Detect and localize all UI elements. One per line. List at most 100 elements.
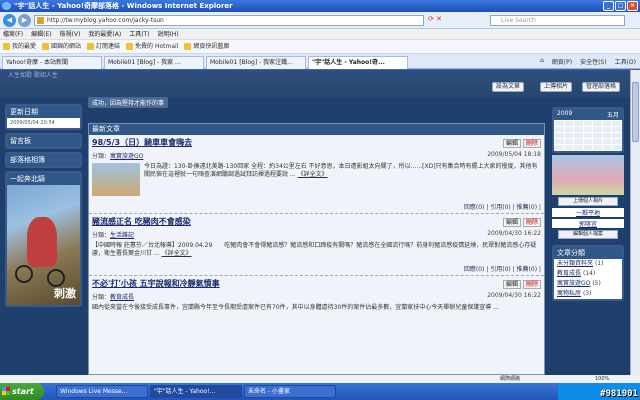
edit-button[interactable]: 編輯 xyxy=(502,218,521,227)
read-more-link[interactable]: 《詳全文》 xyxy=(298,171,328,178)
favorites-button[interactable]: 我的最愛 xyxy=(3,40,36,53)
post-date: 2009/04/30 16:22 xyxy=(487,230,541,237)
page-menu[interactable]: 網頁(P) xyxy=(552,57,572,66)
post-excerpt: 今日為證：130-卧撫遠北美路-130回家 全程：約34公里左右 不好意思，本日… xyxy=(144,163,538,178)
category-item[interactable]: 未分類資料夾 (1) xyxy=(554,259,622,269)
profile-link[interactable]: 一鄰平地 xyxy=(552,208,624,217)
calendar: 2009 五月 xyxy=(552,107,624,153)
page-viewport: 人生如歌 歌如人生 設為文章 上傳相片 管理部落格 成功，因為堅持才能作的事 更… xyxy=(0,70,630,375)
favorite-link[interactable]: 國錦的網站 xyxy=(42,40,81,53)
post-title-link[interactable]: 不必'打'小孩 五宇說報和冷靜氣憤事 xyxy=(92,278,220,289)
page-icon xyxy=(87,43,95,50)
task-ie-blog[interactable]: "宇"話人生 - Yahoo!... xyxy=(150,385,242,398)
tab-blog[interactable]: "宇"話人生 - Yahoo!奇... xyxy=(308,56,408,69)
favorites-bar: 我的最愛 國錦的網站 訂閱連結 免費的 Hotmail 網頁快訊藝廊 xyxy=(0,40,640,54)
post-date: 2009/04/30 16:22 xyxy=(487,292,541,299)
category-title: 文章分類 xyxy=(554,247,622,259)
post-item: 不必'打'小孩 五宇說報和冷靜氣憤事 編輯 刪除 分類：教育成長 2009/04/… xyxy=(92,278,541,311)
favorite-link[interactable]: 免費的 Hotmail xyxy=(126,40,178,53)
refresh-stop-icons[interactable]: ⟳ ✕ xyxy=(428,15,442,23)
album-link[interactable]: 部落格相簿 xyxy=(5,152,82,168)
section-title: 最新文章 xyxy=(89,124,544,135)
bike-photo: 刺激 xyxy=(7,185,80,305)
search-placeholder: Live Search xyxy=(501,17,536,24)
tab-yahoo-news[interactable]: Yahoo!奇摩 - 本站新聞 xyxy=(2,56,102,69)
favorite-link[interactable]: 訂閱連結 xyxy=(87,40,120,53)
left-sidebar: 更新日期 2009/05/04 20:54 留言板 部落格相簿 一起奔北騎 刺激 xyxy=(5,104,82,310)
upload-profile-photo-button[interactable]: 上傳個人相片 xyxy=(558,197,618,206)
category-box: 文章分類 未分類資料夾 (1) 教育成長 (14) 寓實旅遊GO (5) 寓物私… xyxy=(552,245,624,301)
category-item[interactable]: 寓物私房 (3) xyxy=(554,289,622,299)
menu-file[interactable]: 檔案(F) xyxy=(3,29,23,39)
profile-name[interactable]: 郭喀宜 xyxy=(552,219,624,228)
post-date: 2009/05/04 18:18 xyxy=(487,151,541,158)
task-messenger[interactable]: Windows Live Messe... xyxy=(56,385,148,398)
menu-tools[interactable]: 工具(T) xyxy=(129,29,149,39)
category-item[interactable]: 教育成長 (14) xyxy=(554,269,622,279)
task-paint[interactable]: 未命名 - 小畫家 xyxy=(244,385,336,398)
post-thumbnail[interactable] xyxy=(92,163,140,196)
forward-button[interactable]: ▶ xyxy=(18,14,31,27)
favorite-link[interactable]: 網頁快訊藝廊 xyxy=(184,40,229,53)
menu-view[interactable]: 檢視(V) xyxy=(60,29,81,39)
cal-year[interactable]: 2009 xyxy=(557,110,572,119)
post-footer-links[interactable]: 回應(0) | 引用(0) | 推薦(0) | xyxy=(92,202,541,211)
status-bar: 網際網路 100% xyxy=(0,375,640,383)
post-category-link[interactable]: 寓實旅遊GO xyxy=(110,153,143,160)
close-button[interactable]: × xyxy=(627,1,638,11)
profile-photo[interactable] xyxy=(552,155,624,195)
zoom-level[interactable]: 100% xyxy=(595,375,609,383)
start-button[interactable]: start xyxy=(0,383,44,400)
window-title: "宇"話人生 - Yahoo!奇摩部落格 - Windows Internet … xyxy=(14,2,233,10)
address-url: http://tw.myblog.yahoo.com/jacky-tsun xyxy=(47,17,164,24)
post-excerpt: 國內從來當在今後接受成長事件，宜蘭縣今年至今長期受虐案件已有70件，其中以身體虐… xyxy=(92,304,499,311)
tab-bar: Yahoo!奇摩 - 本站新聞 Mobile01 [Blog] - 我家 ...… xyxy=(0,54,640,69)
tools-menu[interactable]: 工具(O) xyxy=(615,57,636,66)
category-item[interactable]: 寓實旅遊GO (5) xyxy=(554,279,622,289)
maximize-button[interactable]: □ xyxy=(615,1,626,11)
back-button[interactable]: ◀ xyxy=(3,14,16,27)
calendar-grid xyxy=(554,120,622,151)
blog-header: 人生如歌 歌如人生 設為文章 上傳相片 管理部落格 xyxy=(0,70,630,98)
menu-favorites[interactable]: 我的最愛(A) xyxy=(88,29,121,39)
right-sidebar: 2009 五月 上傳個人相片 一鄰平地 郭喀宜 編輯個人檔案 文章分類 未分類資… xyxy=(552,107,624,301)
guestbook-link[interactable]: 留言板 xyxy=(5,133,82,149)
post-category-link[interactable]: 教育成長 xyxy=(110,294,134,301)
set-article-button[interactable]: 設為文章 xyxy=(492,82,525,92)
edit-button[interactable]: 編輯 xyxy=(502,139,521,148)
scrollbar-thumb[interactable] xyxy=(632,82,639,142)
edit-profile-button[interactable]: 編輯個人檔案 xyxy=(558,230,618,239)
delete-button[interactable]: 刪除 xyxy=(522,139,541,148)
page-icon xyxy=(42,43,50,50)
manage-blog-button[interactable]: 管理部落格 xyxy=(582,82,621,92)
safety-menu[interactable]: 安全性(S) xyxy=(580,57,607,66)
blog-status-message: 成功，因為堅持才能作的事 xyxy=(88,97,169,108)
home-icon[interactable]: ⌂ xyxy=(540,57,544,66)
ie-logo-icon xyxy=(2,2,11,10)
vertical-scrollbar[interactable] xyxy=(630,70,640,375)
blog-subtitle: 人生如歌 歌如人生 xyxy=(8,72,58,79)
post-footer-links[interactable]: 回應(0) | 引用(0) | 推薦(0) | xyxy=(92,264,541,273)
post-title-link[interactable]: 98/5/3（日）騎車車會嗨去 xyxy=(92,137,192,148)
read-more-link[interactable]: 《詳全文》 xyxy=(162,250,192,257)
edit-button[interactable]: 編輯 xyxy=(502,280,521,289)
menu-edit[interactable]: 編輯(E) xyxy=(31,29,51,39)
post-title-link[interactable]: 豬流感正名 吃豬肉不會感染 xyxy=(92,216,191,227)
address-input[interactable]: http://tw.myblog.yahoo.com/jacky-tsun xyxy=(34,15,424,26)
menu-bar: 檔案(F) 編輯(E) 檢視(V) 我的最愛(A) 工具(T) 說明(H) xyxy=(0,29,640,40)
minimize-button[interactable]: _ xyxy=(603,1,614,11)
search-input[interactable]: Live Search xyxy=(490,15,625,26)
upload-photo-button[interactable]: 上傳相片 xyxy=(540,82,573,92)
tab-mobile01-b[interactable]: Mobile01 [Blog] - 我家注鐵... xyxy=(206,56,306,69)
update-title: 更新日期 xyxy=(7,106,80,118)
delete-button[interactable]: 刪除 xyxy=(522,280,541,289)
update-box: 更新日期 2009/05/04 20:54 xyxy=(5,104,82,130)
page-icon xyxy=(126,43,134,50)
post-category-link[interactable]: 生活雜記 xyxy=(110,232,134,239)
menu-help[interactable]: 說明(H) xyxy=(158,29,179,39)
cal-month[interactable]: 五月 xyxy=(607,110,619,119)
delete-button[interactable]: 刪除 xyxy=(522,218,541,227)
rider-figure xyxy=(27,217,57,267)
page-icon xyxy=(37,17,44,24)
tab-mobile01-a[interactable]: Mobile01 [Blog] - 我家 ... xyxy=(104,56,204,69)
